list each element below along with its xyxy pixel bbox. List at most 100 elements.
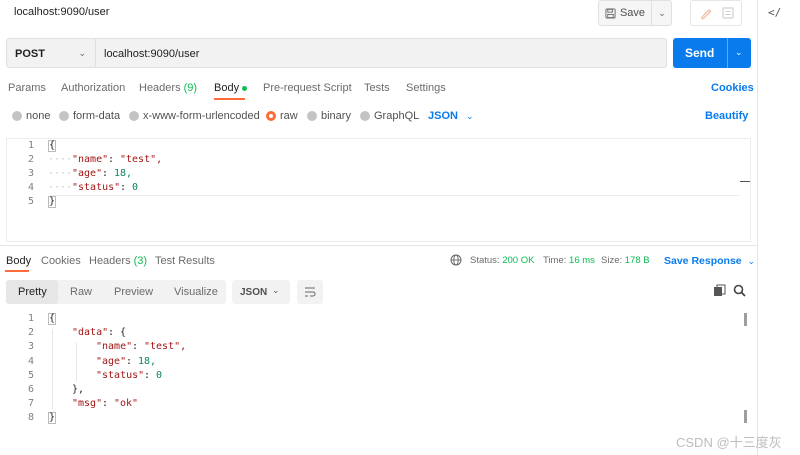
radio-graphql[interactable]: [360, 111, 370, 121]
tab-body[interactable]: Body: [214, 82, 248, 94]
json-value: 18,: [114, 168, 133, 179]
body-type-urlencoded[interactable]: x-www-form-urlencoded: [129, 109, 260, 123]
json-key: "age": [96, 355, 127, 367]
status-info[interactable]: Status: 200 OK: [470, 255, 534, 266]
time-info[interactable]: Time: 16 ms: [543, 255, 595, 266]
save-options-button[interactable]: ⌄: [651, 1, 672, 25]
view-raw-button[interactable]: Raw: [70, 286, 92, 298]
response-scrollbar-top[interactable]: [744, 313, 747, 326]
line-number: 1: [27, 140, 34, 151]
json-key: "status": [96, 369, 145, 381]
body-type-raw[interactable]: raw: [266, 109, 298, 123]
json-colon: :: [120, 182, 127, 193]
radio-urlencoded[interactable]: [129, 111, 139, 121]
json-value: 18,: [138, 355, 157, 367]
indent-guide: [52, 329, 53, 409]
tab-tests[interactable]: Tests: [364, 82, 390, 94]
response-tab-body[interactable]: Body: [6, 255, 31, 267]
save-response-button[interactable]: Save Response ⌄: [664, 255, 755, 267]
radio-binary[interactable]: [307, 111, 317, 121]
send-button-separator: [727, 38, 728, 68]
radio-label-binary: binary: [321, 110, 351, 122]
beautify-button[interactable]: Beautify: [705, 110, 748, 122]
line-number: 2: [27, 154, 34, 165]
editor-scroll-marker: [740, 181, 750, 182]
line-number: 3: [27, 341, 34, 353]
response-tab-cookies[interactable]: Cookies: [41, 255, 81, 267]
tab-headers-label: Headers: [139, 82, 181, 94]
tab-authorization[interactable]: Authorization: [61, 82, 125, 94]
wrap-lines-button[interactable]: [297, 280, 323, 304]
save-button[interactable]: Save: [599, 1, 651, 25]
json-colon: :: [108, 154, 115, 165]
response-tab-headers[interactable]: Headers (3): [89, 255, 147, 267]
time-label: Time:: [543, 255, 567, 266]
json-colon: :: [102, 398, 109, 410]
body-type-graphql[interactable]: GraphQL: [360, 109, 419, 123]
line-number: 8: [27, 412, 34, 424]
documentation-icon[interactable]: [721, 6, 735, 20]
body-format-select[interactable]: JSON ⌄: [428, 109, 474, 123]
watermark: CSDN @十三度灰: [676, 435, 782, 450]
chevron-down-icon: ⌄: [747, 256, 756, 266]
save-button-label: Save: [619, 7, 646, 19]
body-type-none[interactable]: none: [12, 109, 50, 123]
method-select[interactable]: POST ⌄: [6, 38, 96, 68]
copy-icon[interactable]: [713, 284, 726, 297]
cookies-link[interactable]: Cookies: [711, 82, 754, 94]
body-type-binary[interactable]: binary: [307, 109, 351, 123]
request-response-divider[interactable]: [0, 245, 757, 246]
json-colon: :: [132, 341, 139, 353]
tab-params[interactable]: Params: [8, 82, 46, 94]
chevron-down-icon: ⌄: [272, 285, 280, 295]
current-line-highlight: [50, 195, 740, 196]
json-colon: :: [144, 369, 151, 381]
json-key: "name": [72, 154, 109, 165]
code-snippet-toggle[interactable]: </: [768, 6, 781, 19]
json-colon: :: [108, 327, 115, 339]
json-colon: :: [102, 168, 109, 179]
line-number: 6: [27, 383, 34, 395]
view-preview-button[interactable]: Preview: [114, 286, 153, 298]
line-number: 5: [27, 369, 34, 381]
url-input[interactable]: localhost:9090/user: [96, 38, 667, 68]
radio-label-none: none: [26, 110, 51, 122]
tab-prerequest-script[interactable]: Pre-request Script: [263, 82, 352, 94]
pencil-icon[interactable]: [699, 6, 713, 20]
line-number: 3: [27, 168, 34, 179]
body-type-form-data[interactable]: form-data: [59, 109, 120, 123]
search-icon[interactable]: [733, 284, 746, 297]
size-info[interactable]: Size: 178 B: [601, 255, 650, 266]
json-colon: :: [126, 355, 133, 367]
radio-none[interactable]: [12, 111, 22, 121]
indent-guide: ····: [48, 182, 73, 193]
code-text: {: [48, 313, 57, 325]
radio-label-form-data: form-data: [73, 110, 121, 122]
indent-guide: [76, 343, 77, 381]
send-button[interactable]: Send ⌄: [673, 38, 751, 68]
code-text: {: [48, 140, 57, 152]
line-number: 4: [27, 355, 34, 367]
json-value: "ok": [114, 398, 139, 410]
tab-settings[interactable]: Settings: [406, 82, 446, 94]
active-tab-indicator: [5, 270, 29, 272]
response-scrollbar-bottom[interactable]: [744, 410, 747, 423]
json-value: "test",: [120, 154, 163, 165]
response-tab-headers-label: Headers: [89, 255, 131, 267]
response-format-select[interactable]: JSON ⌄: [232, 280, 290, 304]
radio-raw[interactable]: [266, 111, 276, 121]
json-value: "test",: [144, 341, 187, 353]
globe-icon[interactable]: [450, 254, 462, 266]
tab-headers-count: (9): [183, 82, 198, 94]
chevron-down-icon[interactable]: ⌄: [735, 47, 743, 58]
view-visualize-button[interactable]: Visualize: [174, 286, 218, 298]
status-label: Status:: [470, 255, 500, 266]
indent-guide: ····: [48, 168, 73, 179]
radio-label-urlencoded: x-www-form-urlencoded: [143, 110, 260, 122]
response-tab-test-results[interactable]: Test Results: [155, 255, 215, 267]
view-pretty-button[interactable]: Pretty: [18, 286, 47, 298]
save-response-label: Save Response: [664, 255, 742, 267]
radio-form-data[interactable]: [59, 111, 69, 121]
tab-headers[interactable]: Headers (9): [139, 82, 197, 94]
request-tab-title: localhost:9090/user: [14, 6, 110, 18]
